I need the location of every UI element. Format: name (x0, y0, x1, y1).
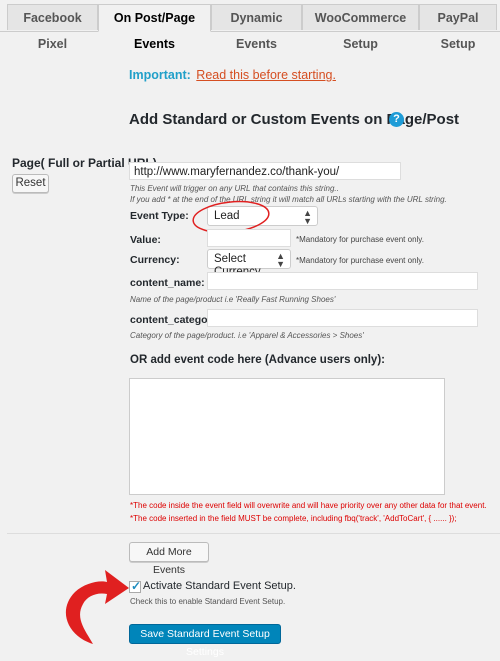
reset-button[interactable]: Reset (12, 174, 49, 193)
event-code-note-2: *The code inserted in the field MUST be … (130, 514, 457, 523)
url-hint-2: If you add * at the end of the URL strin… (130, 195, 447, 204)
divider (7, 533, 500, 534)
page-url-input[interactable]: http://www.maryfernandez.co/thank-you/ (129, 162, 401, 180)
value-label: Value: (130, 234, 161, 246)
help-icon[interactable]: ? (389, 112, 404, 127)
tab-woocommerce-setup[interactable]: WooCommerce Setup (302, 4, 419, 51)
activate-label: Activate Standard Event Setup. (143, 580, 296, 592)
save-settings-button[interactable]: Save Standard Event Setup Settings (129, 624, 281, 658)
content-name-label: content_name: (130, 277, 205, 289)
event-type-label: Event Type: (130, 210, 189, 222)
tab-dynamic-events[interactable]: Dynamic Events (211, 4, 302, 51)
important-prefix: Important: (129, 68, 191, 82)
event-code-heading: OR add event code here (Advance users on… (130, 354, 385, 366)
value-note: *Mandatory for purchase event only. (296, 235, 424, 244)
currency-select[interactable]: Select Currency ▲▼ (207, 249, 291, 278)
tab-facebook-pixel[interactable]: Facebook Pixel (7, 4, 98, 51)
event-code-note-1: *The code inside the event field will ov… (130, 501, 487, 510)
select-arrows-icon: ▲ ▼ (303, 208, 312, 226)
currency-note: *Mandatory for purchase event only. (296, 256, 424, 265)
url-hint-1: This Event will trigger on any URL that … (130, 184, 339, 193)
event-code-textarea[interactable] (129, 378, 445, 495)
content-name-hint: Name of the page/product i.e 'Really Fas… (130, 295, 336, 304)
currency-label: Currency: (130, 254, 180, 266)
important-notice: Important: Read this before starting. (129, 68, 336, 82)
add-more-events-button[interactable]: Add More Events (129, 542, 209, 576)
tab-paypal-setup[interactable]: PayPal Setup (419, 4, 497, 51)
read-before-link[interactable]: Read this before starting. (196, 68, 336, 82)
content-category-input[interactable] (207, 309, 478, 327)
content-name-input[interactable] (207, 272, 478, 290)
tab-on-post-page-events[interactable]: On Post/Page Events (98, 4, 211, 51)
content-category-hint: Category of the page/product. i.e 'Appar… (130, 331, 364, 340)
select-arrows-icon: ▲ ▼ (276, 251, 285, 269)
value-input[interactable] (207, 229, 291, 247)
annotation-arrow-icon (65, 570, 129, 644)
section-title: Add Standard or Custom Events on Page/Po… (129, 111, 460, 128)
tab-bar: Facebook Pixel On Post/Page Events Dynam… (0, 0, 500, 51)
activate-hint: Check this to enable Standard Event Setu… (130, 597, 286, 606)
